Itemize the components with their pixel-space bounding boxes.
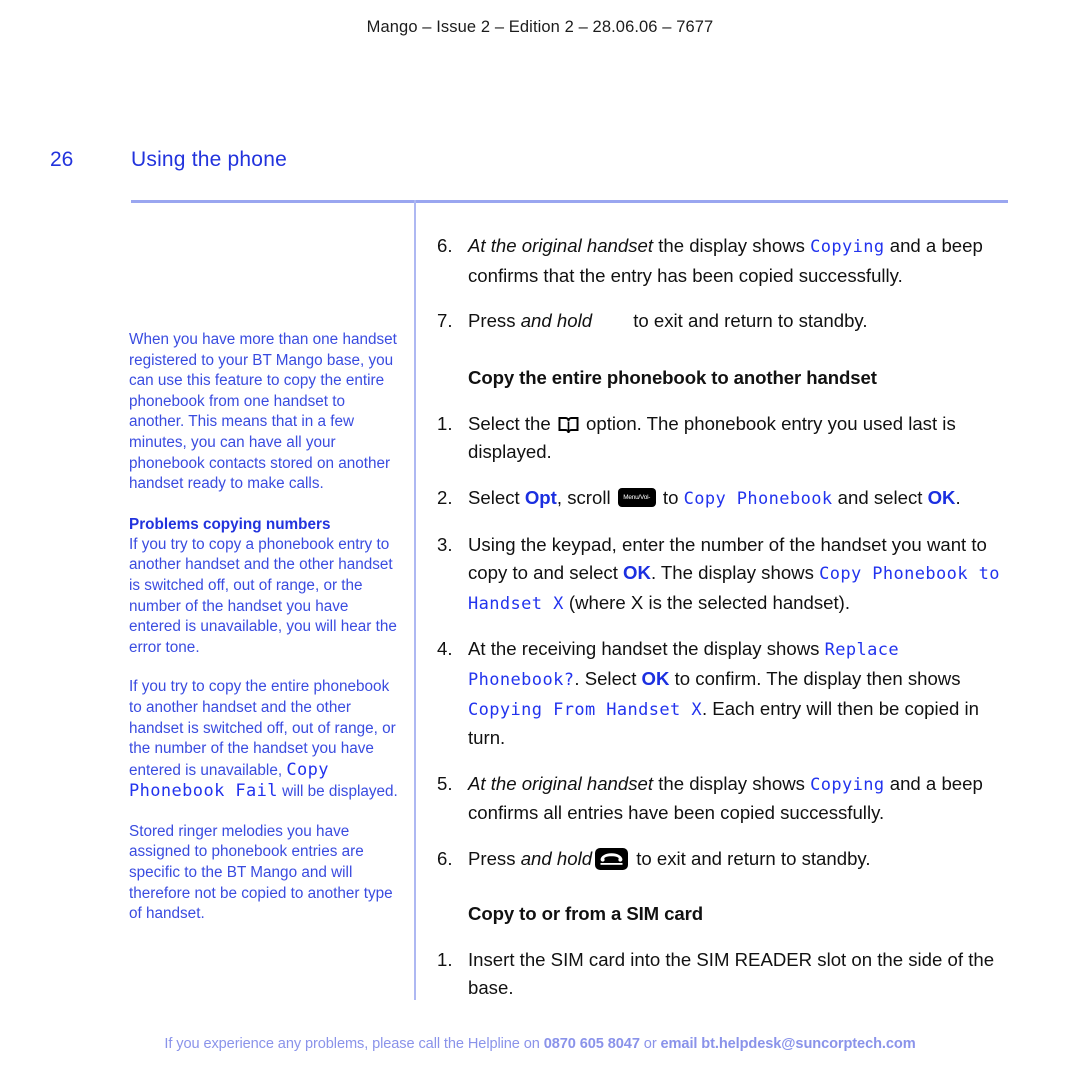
title-row: 26 Using the phone xyxy=(0,148,1080,182)
sidebar-notes: When you have more than one handset regi… xyxy=(129,330,399,944)
header-rule xyxy=(131,200,1008,203)
e2-a: Select xyxy=(468,486,525,508)
end-call-key-icon xyxy=(592,312,628,330)
lcd-copying: Copying xyxy=(810,774,885,795)
sidebar-problems-paragraph: If you try to copy a phonebook entry to … xyxy=(129,535,397,656)
entire-step-3: 3. Using the keypad, enter the number of … xyxy=(437,531,1012,619)
footer-mid: or xyxy=(639,1036,661,1052)
e5-pre: the display shows xyxy=(653,772,811,794)
e2-e: . xyxy=(955,486,961,508)
e6-italic: and hold xyxy=(520,847,593,869)
e5-italic: At the original handset xyxy=(468,772,654,794)
step-7-press-and-hold: 7. Press and hold to exit and return to s… xyxy=(437,307,1012,336)
lcd-copy-phonebook: Copy Phonebook xyxy=(683,488,833,509)
sidebar-entire-post: will be displayed. xyxy=(277,783,398,801)
ok-softkey-label: OK xyxy=(641,667,670,689)
sidebar-melodies-paragraph: Stored ringer melodies you have assigned… xyxy=(129,822,393,923)
page-title: Using the phone xyxy=(131,148,287,171)
sidebar-entire-paragraph: If you try to copy the entire phonebook … xyxy=(129,677,399,803)
lcd-copying-from-handset: Copying From Handset X xyxy=(468,699,702,720)
e2-c: to xyxy=(657,486,684,508)
sidebar-intro-paragraph: When you have more than one handset regi… xyxy=(129,331,397,493)
step6-italic: At the original handset xyxy=(468,235,654,256)
sidebar-entire-pre: If you try to copy the entire phonebook … xyxy=(129,678,396,779)
step-6-original-handset: 6. At the original handset the display sh… xyxy=(437,232,1012,290)
entire-step-1: 1. Select the option. The phonebook entry… xyxy=(437,410,1012,467)
step7-pre: Press xyxy=(468,310,521,332)
step-number: 6. xyxy=(437,847,453,869)
menu-vol-key-icon: Menu/Vol- xyxy=(617,487,656,507)
e4-c: to confirm. The display then shows xyxy=(669,667,961,689)
ok-softkey-label: OK xyxy=(623,562,651,584)
e2-d: and select xyxy=(832,486,928,508)
step-number: 4. xyxy=(437,638,453,660)
column-divider xyxy=(414,200,416,1000)
step-number: 1. xyxy=(437,412,453,434)
e6-post: to exit and return to standby. xyxy=(631,847,871,869)
entire-step-2: 2. Select Opt, scroll Menu/Vol- to Copy P… xyxy=(437,484,1012,514)
step7-post: to exit and return to standby. xyxy=(628,310,868,332)
main-content: 6. At the original handset the display sh… xyxy=(437,232,1012,1020)
opt-softkey-label: Opt xyxy=(524,486,557,508)
e3-b: . The display shows xyxy=(650,562,820,584)
sim-step-1: 1. Insert the SIM card into the SIM READE… xyxy=(437,946,1012,1003)
footer-helpline-number: 0870 605 8047 xyxy=(543,1036,640,1052)
end-call-key-icon xyxy=(595,847,629,870)
phonebook-book-icon xyxy=(558,413,579,433)
step-number: 2. xyxy=(437,486,453,508)
step-number: 3. xyxy=(437,533,453,555)
step-number: 7. xyxy=(437,310,453,332)
sidebar-problems-heading: Problems copying numbers xyxy=(129,515,331,533)
entire-step-4: 4. At the receiving handset the display s… xyxy=(437,635,1012,752)
e2-b: , scroll xyxy=(556,486,616,508)
entire-step-6: 6. Press and hold to exit and return to s… xyxy=(437,845,1012,874)
e4-b: . Select xyxy=(574,667,642,689)
running-header: Mango – Issue 2 – Edition 2 – 28.06.06 –… xyxy=(366,18,714,36)
lcd-copying: Copying xyxy=(810,237,885,257)
footer-email: email bt.helpdesk@suncorptech.com xyxy=(660,1036,916,1052)
step6-pre: the display shows xyxy=(653,235,811,256)
step-number: 6. xyxy=(437,235,453,256)
e1-pre: Select the xyxy=(468,412,556,434)
s1-text: Insert the SIM card into the SIM READER … xyxy=(468,948,995,999)
heading-copy-entire-phonebook: Copy the entire phonebook to another han… xyxy=(468,366,877,388)
e4-a: At the receiving handset the display sho… xyxy=(468,638,825,660)
step-number: 5. xyxy=(437,772,453,794)
footer-pre: If you experience any problems, please c… xyxy=(164,1036,544,1052)
step-number: 1. xyxy=(437,948,453,970)
e3-c: (where X is the selected handset). xyxy=(563,591,851,613)
page-footer: If you experience any problems, please c… xyxy=(0,1036,1080,1052)
e6-pre: Press xyxy=(468,847,521,869)
heading-copy-sim-card: Copy to or from a SIM card xyxy=(468,902,704,924)
ok-softkey-label: OK xyxy=(927,486,956,508)
entire-step-5: 5. At the original handset the display sh… xyxy=(437,770,1012,828)
page-number: 26 xyxy=(50,148,74,171)
step7-italic: and hold xyxy=(520,310,593,332)
